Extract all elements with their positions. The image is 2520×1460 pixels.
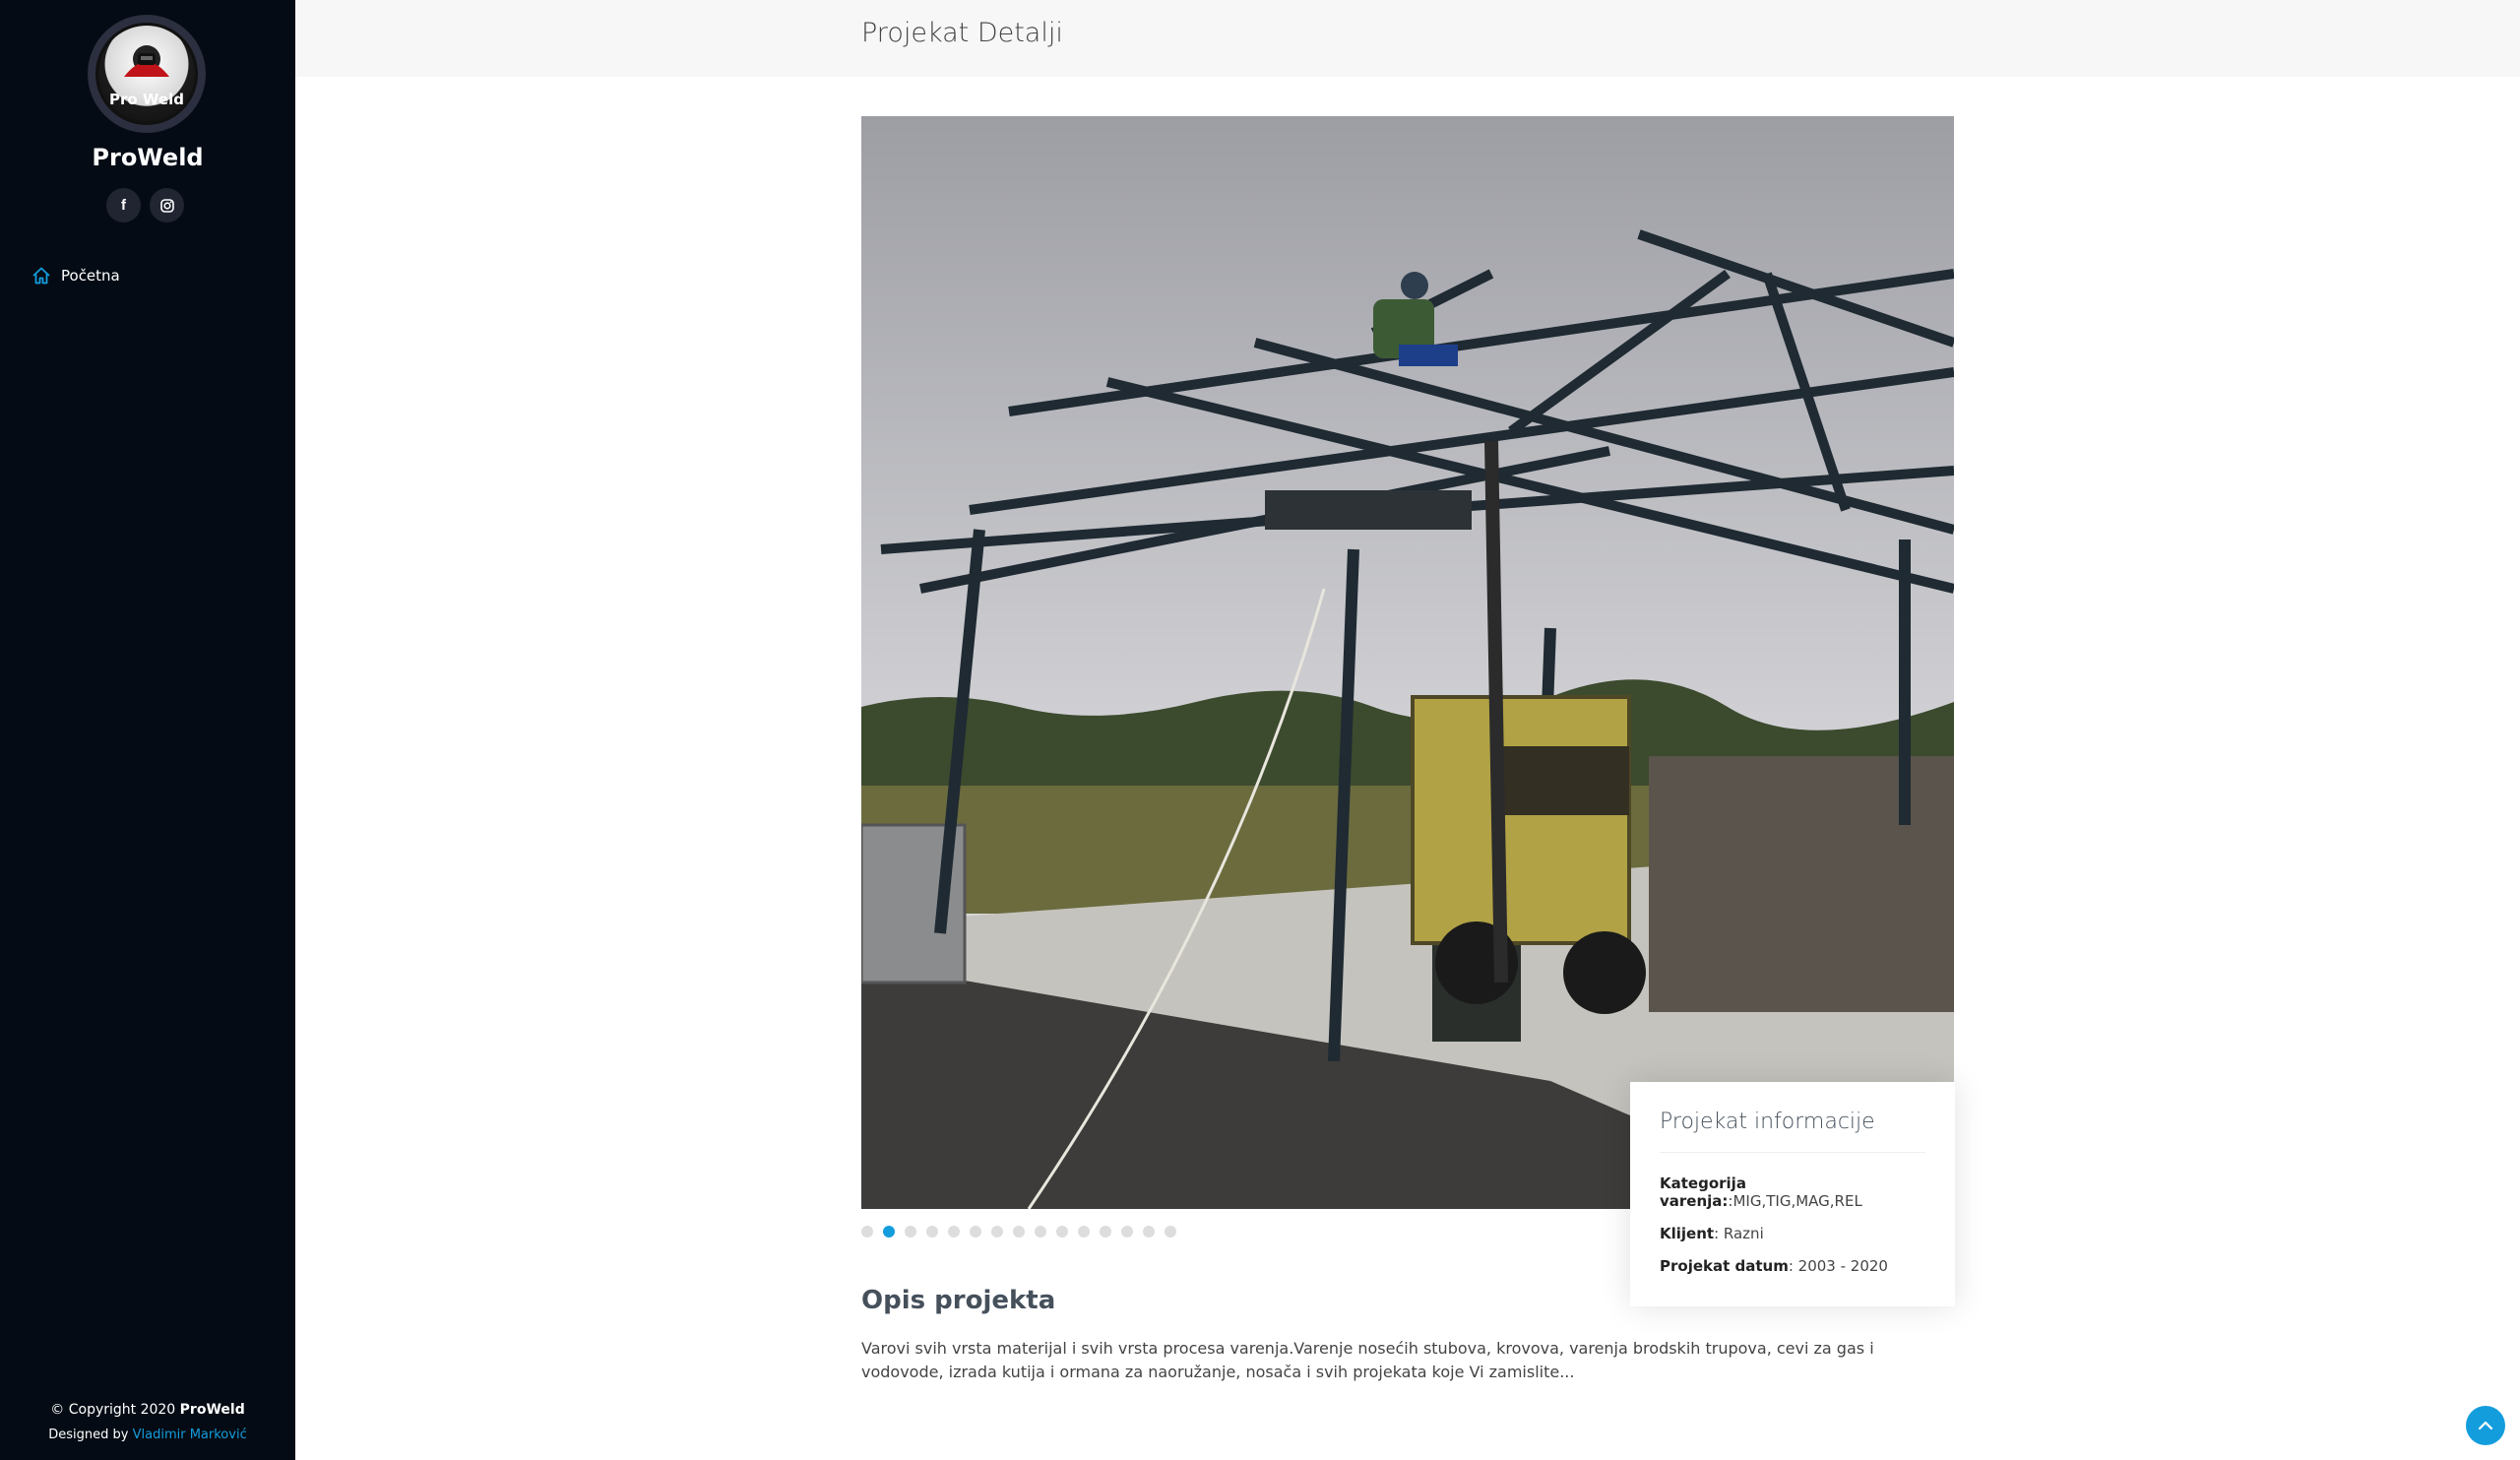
- facebook-icon[interactable]: f: [106, 188, 141, 222]
- carousel-dot[interactable]: [926, 1226, 938, 1238]
- carousel-dot[interactable]: [948, 1226, 960, 1238]
- copyright-prefix: © Copyright 2020: [50, 1402, 176, 1418]
- description-title: Opis projekta: [861, 1286, 1056, 1315]
- info-category: Kategorija varenja::MIG,TIG,MAG,REL: [1660, 1174, 1925, 1210]
- brand-name[interactable]: ProWeld: [0, 144, 295, 171]
- info-client-label: Klijent: [1660, 1225, 1715, 1242]
- info-title: Projekat informacije: [1660, 1110, 1925, 1153]
- carousel-dot[interactable]: [1078, 1226, 1090, 1238]
- carousel-dot[interactable]: [970, 1226, 981, 1238]
- copyright: © Copyright 2020 ProWeld: [0, 1402, 295, 1418]
- nav-item-pocetna[interactable]: Početna: [32, 266, 120, 286]
- carousel-pagination: [861, 1226, 1176, 1238]
- carousel-dot[interactable]: [1056, 1226, 1068, 1238]
- welder-logo-icon: [124, 45, 169, 77]
- carousel-dot[interactable]: [1100, 1226, 1111, 1238]
- info-client-value: : Razni: [1714, 1225, 1764, 1242]
- info-client: Klijent: Razni: [1660, 1225, 1925, 1242]
- carousel-dot[interactable]: [861, 1226, 873, 1238]
- home-icon: [32, 267, 50, 285]
- credits-prefix: Designed by: [48, 1428, 129, 1442]
- sidebar: Pro Weld ProWeld f Početna © Copyright 2…: [0, 0, 295, 1460]
- designer-link[interactable]: Vladimir Marković: [133, 1428, 247, 1442]
- breadcrumbs-bar: [295, 0, 2520, 77]
- carousel-dot[interactable]: [883, 1226, 895, 1238]
- carousel-dot[interactable]: [1165, 1226, 1176, 1238]
- carousel-dot[interactable]: [905, 1226, 916, 1238]
- carousel-dot[interactable]: [1143, 1226, 1155, 1238]
- info-date: Projekat datum: 2003 - 2020: [1660, 1257, 1925, 1275]
- logo-image: Pro Weld: [95, 23, 198, 125]
- project-photo-image: [861, 116, 1954, 1209]
- logo[interactable]: Pro Weld: [88, 15, 206, 133]
- chevron-up-icon: [2478, 1421, 2493, 1430]
- info-date-label: Projekat datum: [1660, 1257, 1789, 1275]
- back-to-top-button[interactable]: [2466, 1406, 2505, 1445]
- info-date-value: : 2003 - 2020: [1788, 1257, 1888, 1275]
- carousel-dot[interactable]: [1035, 1226, 1046, 1238]
- carousel-dot[interactable]: [1121, 1226, 1133, 1238]
- info-category-value: :MIG,TIG,MAG,REL: [1728, 1192, 1862, 1210]
- carousel-dot[interactable]: [991, 1226, 1003, 1238]
- nav-item-label: Početna: [61, 267, 120, 285]
- page-title: Projekat Detalji: [861, 18, 1063, 48]
- copyright-brand: ProWeld: [179, 1402, 245, 1418]
- instagram-icon[interactable]: [150, 188, 184, 222]
- project-info-card: Projekat informacije Kategorija varenja:…: [1630, 1082, 1955, 1306]
- project-photo[interactable]: [861, 116, 1954, 1209]
- credits: Designed by Vladimir Marković: [0, 1428, 295, 1442]
- carousel-dot[interactable]: [1013, 1226, 1025, 1238]
- social-links: f: [106, 188, 184, 222]
- description-text: Varovi svih vrsta materijal i svih vrsta…: [861, 1339, 1874, 1381]
- logo-text: Pro Weld: [109, 91, 184, 108]
